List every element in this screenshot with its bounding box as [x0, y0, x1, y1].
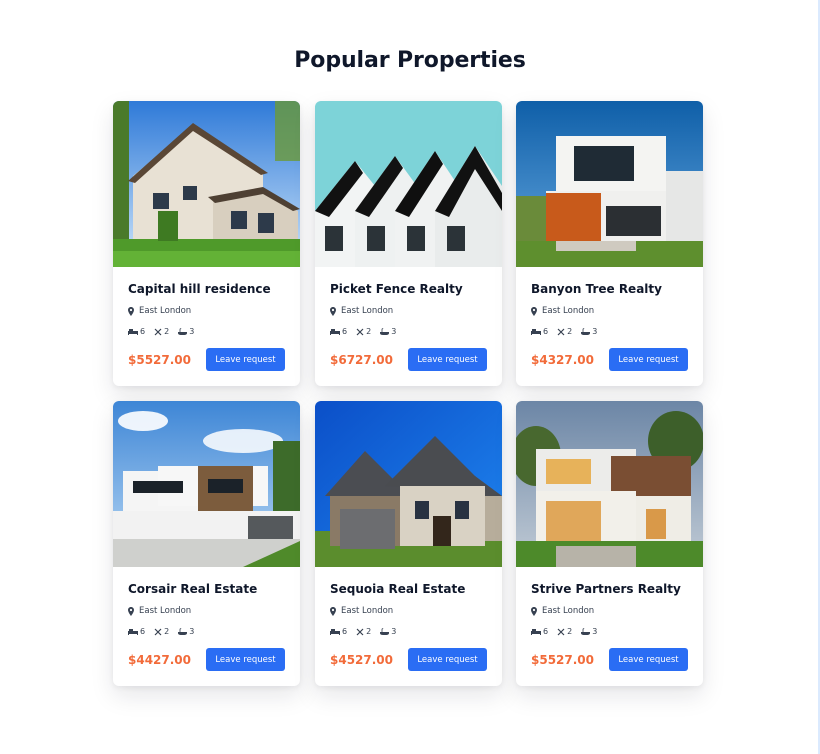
property-features: 6 2 3 — [330, 327, 396, 336]
utensils-icon — [557, 328, 565, 335]
property-location: East London — [531, 606, 594, 616]
location-label: East London — [542, 306, 595, 316]
property-price: $4427.00 — [128, 653, 192, 667]
property-name: Corsair Real Estate — [128, 582, 258, 596]
kitchens-count: 2 — [164, 627, 170, 636]
property-card[interactable]: Corsair Real Estate East London 6 2 3 $4… — [113, 401, 300, 686]
bed-icon — [128, 629, 138, 635]
location-label: East London — [341, 306, 394, 316]
property-location: East London — [330, 606, 393, 616]
property-location: East London — [128, 606, 191, 616]
property-features: 6 2 3 — [330, 627, 396, 636]
baths-count: 3 — [391, 627, 397, 636]
leave-request-button[interactable]: Leave request — [609, 348, 688, 371]
property-features: 6 2 3 — [128, 627, 194, 636]
bathtub-icon — [380, 627, 390, 635]
property-card[interactable]: Picket Fence Realty East London 6 2 3 $6… — [315, 101, 502, 386]
property-price: $4327.00 — [531, 353, 595, 367]
property-location: East London — [531, 306, 594, 316]
location-label: East London — [542, 606, 595, 616]
property-price: $6727.00 — [330, 353, 394, 367]
property-photo — [516, 401, 703, 567]
location-label: East London — [341, 606, 394, 616]
beds-count: 6 — [543, 627, 549, 636]
location-pin-icon — [330, 606, 336, 616]
property-photo — [113, 401, 300, 567]
location-label: East London — [139, 606, 192, 616]
property-name: Capital hill residence — [128, 282, 271, 296]
leave-request-button[interactable]: Leave request — [206, 648, 285, 671]
property-grid: Capital hill residence East London 6 2 3… — [113, 101, 703, 686]
leave-request-button[interactable]: Leave request — [408, 348, 487, 371]
property-name: Banyon Tree Realty — [531, 282, 662, 296]
property-features: 6 2 3 — [531, 327, 597, 336]
kitchens-count: 2 — [366, 327, 372, 336]
beds-count: 6 — [342, 627, 348, 636]
bed-icon — [531, 629, 541, 635]
baths-count: 3 — [189, 627, 195, 636]
property-features: 6 2 3 — [531, 627, 597, 636]
kitchens-count: 2 — [366, 627, 372, 636]
property-card[interactable]: Strive Partners Realty East London 6 2 3… — [516, 401, 703, 686]
property-card[interactable]: Capital hill residence East London 6 2 3… — [113, 101, 300, 386]
location-label: East London — [139, 306, 192, 316]
beds-count: 6 — [342, 327, 348, 336]
location-pin-icon — [531, 606, 537, 616]
property-features: 6 2 3 — [128, 327, 194, 336]
bathtub-icon — [178, 327, 188, 335]
baths-count: 3 — [189, 327, 195, 336]
baths-count: 3 — [592, 627, 598, 636]
utensils-icon — [154, 328, 162, 335]
beds-count: 6 — [543, 327, 549, 336]
property-card[interactable]: Sequoia Real Estate East London 6 2 3 $4… — [315, 401, 502, 686]
bed-icon — [330, 629, 340, 635]
bathtub-icon — [581, 627, 591, 635]
bed-icon — [531, 329, 541, 335]
utensils-icon — [356, 628, 364, 635]
leave-request-button[interactable]: Leave request — [609, 648, 688, 671]
baths-count: 3 — [592, 327, 598, 336]
baths-count: 3 — [391, 327, 397, 336]
property-price: $5527.00 — [128, 353, 192, 367]
leave-request-button[interactable]: Leave request — [206, 348, 285, 371]
beds-count: 6 — [140, 327, 146, 336]
bathtub-icon — [380, 327, 390, 335]
property-photo — [315, 401, 502, 567]
bathtub-icon — [581, 327, 591, 335]
location-pin-icon — [531, 306, 537, 316]
property-photo — [113, 101, 300, 267]
location-pin-icon — [128, 606, 134, 616]
beds-count: 6 — [140, 627, 146, 636]
property-price: $5527.00 — [531, 653, 595, 667]
location-pin-icon — [330, 306, 336, 316]
bed-icon — [330, 329, 340, 335]
property-name: Sequoia Real Estate — [330, 582, 466, 596]
kitchens-count: 2 — [567, 627, 573, 636]
property-name: Strive Partners Realty — [531, 582, 681, 596]
property-location: East London — [330, 306, 393, 316]
property-price: $4527.00 — [330, 653, 394, 667]
kitchens-count: 2 — [164, 327, 170, 336]
utensils-icon — [557, 628, 565, 635]
location-pin-icon — [128, 306, 134, 316]
property-card[interactable]: Banyon Tree Realty East London 6 2 3 $43… — [516, 101, 703, 386]
section-title: Popular Properties — [294, 47, 526, 73]
property-name: Picket Fence Realty — [330, 282, 463, 296]
property-location: East London — [128, 306, 191, 316]
bathtub-icon — [178, 627, 188, 635]
bed-icon — [128, 329, 138, 335]
property-photo — [315, 101, 502, 267]
utensils-icon — [154, 628, 162, 635]
utensils-icon — [356, 328, 364, 335]
leave-request-button[interactable]: Leave request — [408, 648, 487, 671]
kitchens-count: 2 — [567, 327, 573, 336]
property-photo — [516, 101, 703, 267]
